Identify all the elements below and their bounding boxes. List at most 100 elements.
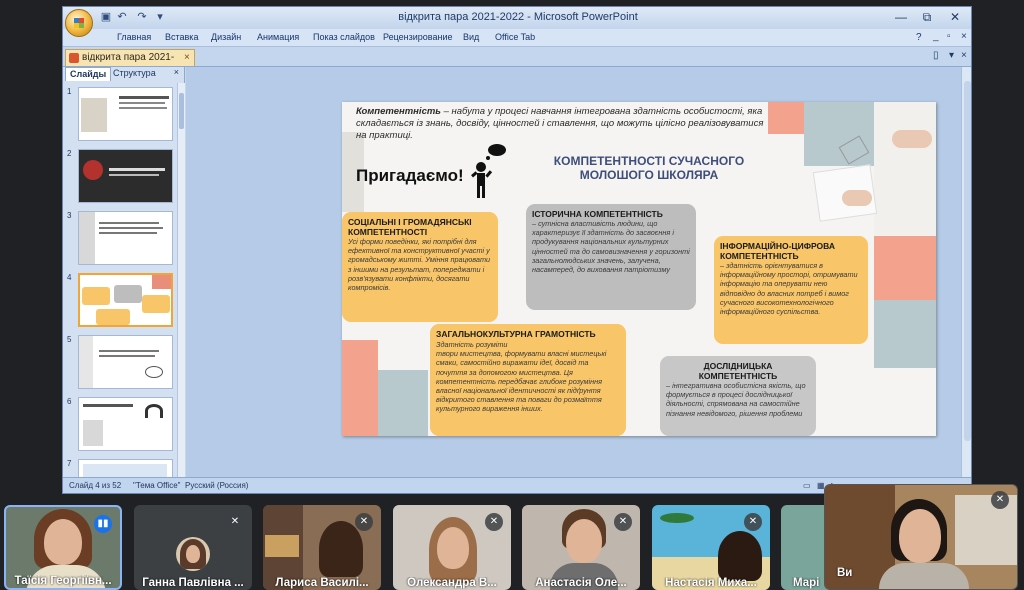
participant-name: Анастасія Оле... [535,577,627,589]
card-social-competence: СОЦІАЛЬНІ І ГРОМАДЯНСЬКІ КОМПЕТЕНТНОСТІ … [342,212,498,322]
participant-face [899,509,941,563]
participant-hair [319,521,363,577]
ribbon-restore-icon[interactable]: ▫ [947,31,951,42]
thumbnail-number: 7 [67,459,72,468]
tab-outline[interactable]: Структура [109,67,160,81]
document-tab-close-icon[interactable]: × [184,50,190,66]
palm-tree [660,513,694,523]
theme-name: "Тема Office" [133,481,181,490]
pane-tabs: Слайды Структура × [65,67,183,81]
mic-off-icon: ✕ [485,513,503,531]
tab-close-all-icon[interactable]: × [961,50,967,61]
close-button[interactable]: ✕ [943,9,967,26]
thumbnail-scrollbar[interactable] [177,83,185,477]
self-view-tile[interactable]: ✕ Ви [824,484,1018,590]
definition-term: Компетентність [356,106,441,117]
slide-thumbnail[interactable] [78,459,173,477]
tab-home[interactable]: Главная [117,32,151,42]
participant-avatar [176,537,210,571]
ribbon-minimize-icon[interactable]: _ [933,31,939,42]
window [955,495,1017,565]
slide-thumbnail[interactable] [78,397,173,451]
deco-block [874,300,936,368]
card-text: твори мистецтва, формувати власні мистец… [436,349,607,414]
participant-tile[interactable]: ✕ Настасія Миха... [652,505,770,590]
pptx-file-icon [69,53,79,63]
mic-off-icon: ✕ [226,513,244,531]
thumbnail-number: 5 [67,335,72,344]
card-title: ІСТОРИЧНА КОМПЕТЕНТНІСТЬ [532,209,663,219]
participant-name: Таїсія Георгіївн... [14,575,112,587]
card-text: – здатність орієнтуватися в інформаційно… [720,261,858,317]
tab-office-tab[interactable]: Office Tab [495,32,535,42]
card-title: СОЦІАЛЬНІ І ГРОМАДЯНСЬКІ КОМПЕТЕНТНОСТІ [348,217,472,237]
document-tab[interactable]: відкрита пара 2021-2022 × [65,49,195,79]
card-text: – інтегративна особистісна якість, що фо… [666,381,806,418]
mic-off-icon: ✕ [744,513,762,531]
participant-hair [718,531,762,581]
participant-name: Ганна Павлівна ... [142,577,244,589]
thinking-figure-icon [471,144,506,198]
tab-dropdown-icon[interactable]: ▾ [949,50,954,61]
slide-thumbnail[interactable] [78,335,173,389]
thumbnail-row[interactable]: 1 [63,87,175,145]
language[interactable]: Русский (Россия) [185,481,248,490]
thumbnail-number: 4 [67,273,72,282]
participant-tile[interactable]: ✕ Лариса Василі... [263,505,381,590]
slide-title: КОМПЕТЕНТНОСТІ СУЧАСНОГО МОЛОШОГО ШКОЛЯР… [553,154,745,182]
card-text: Усі форми поведінки, які потрібні для еф… [348,237,491,293]
office-button[interactable] [65,9,93,37]
slide-thumbnail[interactable] [78,149,173,203]
pane-close-icon[interactable]: × [174,67,179,77]
card-title: ДОСЛІДНИЦЬКА КОМПЕТЕНТНІСТЬ [698,361,778,381]
slides-pane: Слайды Структура × 1 2 3 4 5 6 7 [63,67,185,477]
powerpoint-window: ▣ ↶ ↷ ▾ відкрита пара 2021-2022 - Micros… [62,6,972,494]
normal-view-icon[interactable]: ▭ [803,481,811,490]
card-text: – сутнісна властивість людини, що характ… [532,219,690,275]
speaking-indicator-icon: ▮▮ [94,515,112,533]
mic-off-icon: ✕ [355,513,373,531]
remember-heading: Пригадаємо! [356,166,464,185]
thumbnail-row[interactable]: 6 [63,397,175,455]
slide-counter: Слайд 4 из 52 [69,481,122,490]
tab-animation[interactable]: Анимация [257,32,299,42]
slide-thumbnail[interactable] [78,87,173,141]
card-historical-competence: ІСТОРИЧНА КОМПЕТЕНТНІСТЬ – сутнісна влас… [526,204,696,310]
participant-tile[interactable]: ✕ Анастасія Оле... [522,505,640,590]
tab-slideshow[interactable]: Показ слайдов [313,32,375,42]
participant-face [44,519,82,565]
definition-text: Компетентність – набута у процесі навчан… [356,106,776,142]
thumbnail-number: 6 [67,397,72,406]
new-doc-icon[interactable]: ▯ [933,50,939,61]
participant-name: Олександра В... [407,577,497,589]
tab-slides[interactable]: Слайды [65,67,112,81]
tab-review[interactable]: Рецензирование [383,32,453,42]
minimize-button[interactable]: — [889,9,913,26]
thumbnail-row[interactable]: 2 [63,149,175,207]
thumbnail-row[interactable]: 5 [63,335,175,393]
tab-insert[interactable]: Вставка [165,32,198,42]
slide-canvas[interactable]: Компетентність – набута у процесі навчан… [342,102,936,436]
slide-thumbnail-selected[interactable] [78,273,173,327]
help-icon[interactable]: ? [916,32,922,43]
participant-tile[interactable]: ✕ Ганна Павлівна ... [134,505,252,590]
screen: ▣ ↶ ↷ ▾ відкрита пара 2021-2022 - Micros… [0,0,1024,590]
slide-scrollbar[interactable] [961,67,971,477]
card-digital-competence: ІНФОРМАЦІЙНО-ЦИФРОВА КОМПЕТЕНТНІСТЬ – зд… [714,236,868,344]
mic-off-icon: ✕ [991,491,1009,509]
thumbnail-row[interactable]: 3 [63,211,175,269]
deco-block [342,340,378,436]
card-research-competence: ДОСЛІДНИЦЬКА КОМПЕТЕНТНІСТЬ – інтегратив… [660,356,816,436]
participant-name: Лариса Василі... [275,577,369,589]
card-text-inline: Здатність розуміти [436,340,508,349]
thumbnail-row[interactable]: 7 [63,459,175,477]
slide-thumbnail[interactable] [78,211,173,265]
participant-tile[interactable]: ▮▮ Таїсія Георгіївн... [4,505,122,590]
tab-view[interactable]: Вид [463,32,479,42]
thumbnail-row[interactable]: 4 [63,273,175,331]
ribbon-close-icon[interactable]: × [961,31,967,42]
restore-button[interactable]: ⧉ [915,9,939,26]
participant-tile[interactable]: ✕ Олександра В... [393,505,511,590]
card-title: ЗАГАЛЬНОКУЛЬТУРНА ГРАМОТНІСТЬ Здатність … [436,329,620,349]
tab-design[interactable]: Дизайн [211,32,241,42]
